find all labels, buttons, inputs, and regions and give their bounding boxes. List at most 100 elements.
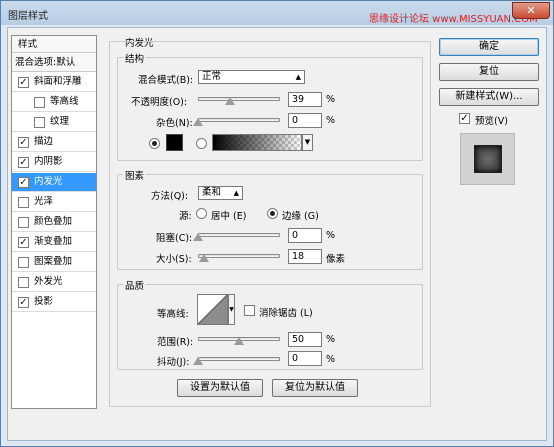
contour-preview[interactable] xyxy=(197,294,228,325)
style-item[interactable]: ✓ 内发光 xyxy=(12,173,96,192)
noise-input[interactable]: 0 xyxy=(288,113,322,128)
style-item[interactable]: ✓ 投影 xyxy=(12,293,96,312)
close-button[interactable]: ✕ xyxy=(512,2,550,19)
style-checkbox[interactable]: ✓ xyxy=(18,177,29,188)
jitter-label: 抖动(J): xyxy=(157,357,190,368)
size-input[interactable]: 18 xyxy=(288,249,322,264)
anti-alias-checkbox[interactable] xyxy=(244,305,255,316)
noise-slider[interactable] xyxy=(198,118,280,122)
ok-button[interactable]: 确定 xyxy=(439,38,539,56)
anti-alias-label[interactable]: 消除锯齿 (L) xyxy=(259,305,313,319)
contour-label: 等高线: xyxy=(157,309,189,320)
source-label: 源: xyxy=(179,211,192,222)
range-slider-thumb[interactable] xyxy=(234,337,244,345)
preview-checkbox[interactable]: ✓ xyxy=(459,113,470,124)
style-checkbox[interactable]: ✓ xyxy=(18,297,29,308)
jitter-slider[interactable] xyxy=(198,357,280,361)
reset-default-button[interactable]: 复位为默认值 xyxy=(272,379,358,397)
blend-mode-label: 混合模式(B): xyxy=(138,75,194,86)
size-slider-thumb[interactable] xyxy=(198,254,209,262)
set-default-button[interactable]: 设置为默认值 xyxy=(177,379,263,397)
style-checkbox[interactable] xyxy=(34,97,45,108)
source-edge-label[interactable]: 边缘 (G) xyxy=(282,208,319,222)
style-item[interactable]: ✓ 描边 xyxy=(12,133,96,152)
style-item[interactable]: 图案叠加 xyxy=(12,253,96,272)
dropdown-arrow-icon: ▲ xyxy=(295,73,301,81)
layer-style-dialog: 图层样式 思缘设计论坛 www.MISSYUAN.COM ✕ 样式 混合选项:默… xyxy=(0,0,554,447)
style-checkbox[interactable]: ✓ xyxy=(18,237,29,248)
style-item[interactable]: ✓ 斜面和浮雕 xyxy=(12,73,96,92)
gradient-radio[interactable] xyxy=(196,138,207,149)
gradient-swatch[interactable] xyxy=(212,134,302,151)
preview-swatch xyxy=(474,145,502,173)
source-edge-radio[interactable] xyxy=(267,208,278,219)
styles-list: 样式 混合选项:默认 ✓ 斜面和浮雕等高线 纹理 ✓ 描边 ✓ 内阴影 ✓ 内发光光泽颜色叠加 ✓… xyxy=(11,35,97,409)
size-slider[interactable] xyxy=(198,254,280,258)
contour-curve-icon xyxy=(198,295,227,324)
technique-select[interactable]: 柔和 ▲ xyxy=(198,186,243,200)
style-checkbox[interactable]: ✓ xyxy=(18,137,29,148)
style-checkbox[interactable] xyxy=(18,217,29,228)
style-checkbox[interactable]: ✓ xyxy=(18,77,29,88)
style-item-label: 外发光 xyxy=(34,276,63,287)
style-checkbox[interactable] xyxy=(34,117,45,128)
choke-input[interactable]: 0 xyxy=(288,228,322,243)
source-center-radio[interactable] xyxy=(196,208,207,219)
check-icon: ✓ xyxy=(460,113,469,124)
title-bar[interactable]: 图层样式 思缘设计论坛 www.MISSYUAN.COM ✕ xyxy=(1,1,553,25)
style-item-label: 图案叠加 xyxy=(34,256,73,267)
solid-color-radio[interactable] xyxy=(149,138,160,149)
style-checkbox[interactable] xyxy=(18,197,29,208)
source-center-label[interactable]: 居中 (E) xyxy=(211,208,246,222)
new-style-button[interactable]: 新建样式(W)... xyxy=(439,88,539,106)
style-checkbox[interactable] xyxy=(18,257,29,268)
blend-options-item[interactable]: 混合选项:默认 xyxy=(12,54,96,72)
style-checkbox[interactable] xyxy=(18,277,29,288)
jitter-input[interactable]: 0 xyxy=(288,351,322,366)
style-item-label: 光泽 xyxy=(34,196,54,207)
style-item-label: 描边 xyxy=(34,136,54,147)
style-item[interactable]: 外发光 xyxy=(12,273,96,292)
blend-mode-select[interactable]: 正常 ▲ xyxy=(198,70,305,84)
gradient-dropdown-button[interactable]: ▼ xyxy=(302,134,313,151)
structure-title: 结构 xyxy=(123,51,147,65)
choke-slider[interactable] xyxy=(198,233,280,237)
style-item-label: 颜色叠加 xyxy=(34,216,73,227)
close-icon: ✕ xyxy=(526,4,536,17)
size-pixels: 像素 xyxy=(326,254,346,265)
quality-title: 品质 xyxy=(123,278,147,292)
technique-label: 方法(Q): xyxy=(151,191,189,202)
style-item-label: 斜面和浮雕 xyxy=(34,76,82,87)
size-label: 大小(S): xyxy=(156,254,192,265)
noise-slider-thumb[interactable] xyxy=(193,118,203,126)
noise-label: 杂色(N): xyxy=(156,118,193,129)
style-preview xyxy=(460,133,515,185)
style-item[interactable]: ✓ 渐变叠加 xyxy=(12,233,96,252)
contour-dropdown-button[interactable]: ▼ xyxy=(228,294,235,325)
choke-slider-thumb[interactable] xyxy=(193,233,203,241)
preview-label[interactable]: 预览(V) xyxy=(475,113,508,127)
glow-color-swatch[interactable] xyxy=(166,134,183,151)
opacity-slider-thumb[interactable] xyxy=(224,97,235,105)
opacity-input[interactable]: 39 xyxy=(288,92,322,107)
noise-percent: % xyxy=(326,115,336,126)
jitter-percent: % xyxy=(326,354,336,365)
style-checkbox[interactable]: ✓ xyxy=(18,157,29,168)
style-item[interactable]: 颜色叠加 xyxy=(12,213,96,232)
range-label: 范围(R): xyxy=(157,337,194,348)
opacity-slider[interactable] xyxy=(198,97,280,101)
style-item[interactable]: 纹理 xyxy=(12,113,96,132)
window-title: 图层样式 xyxy=(8,11,48,22)
style-item-label: 内阴影 xyxy=(34,156,63,167)
reset-button[interactable]: 复位 xyxy=(439,63,539,81)
dropdown-arrow-icon: ▲ xyxy=(233,189,239,197)
elements-title: 图素 xyxy=(123,168,147,182)
range-input[interactable]: 50 xyxy=(288,332,322,347)
style-item[interactable]: 等高线 xyxy=(12,93,96,112)
style-item[interactable]: ✓ 内阴影 xyxy=(12,153,96,172)
range-percent: % xyxy=(326,334,336,345)
styles-header[interactable]: 样式 xyxy=(12,36,96,53)
style-item[interactable]: 光泽 xyxy=(12,193,96,212)
jitter-slider-thumb[interactable] xyxy=(193,357,203,365)
chevron-down-icon: ▼ xyxy=(304,138,311,146)
